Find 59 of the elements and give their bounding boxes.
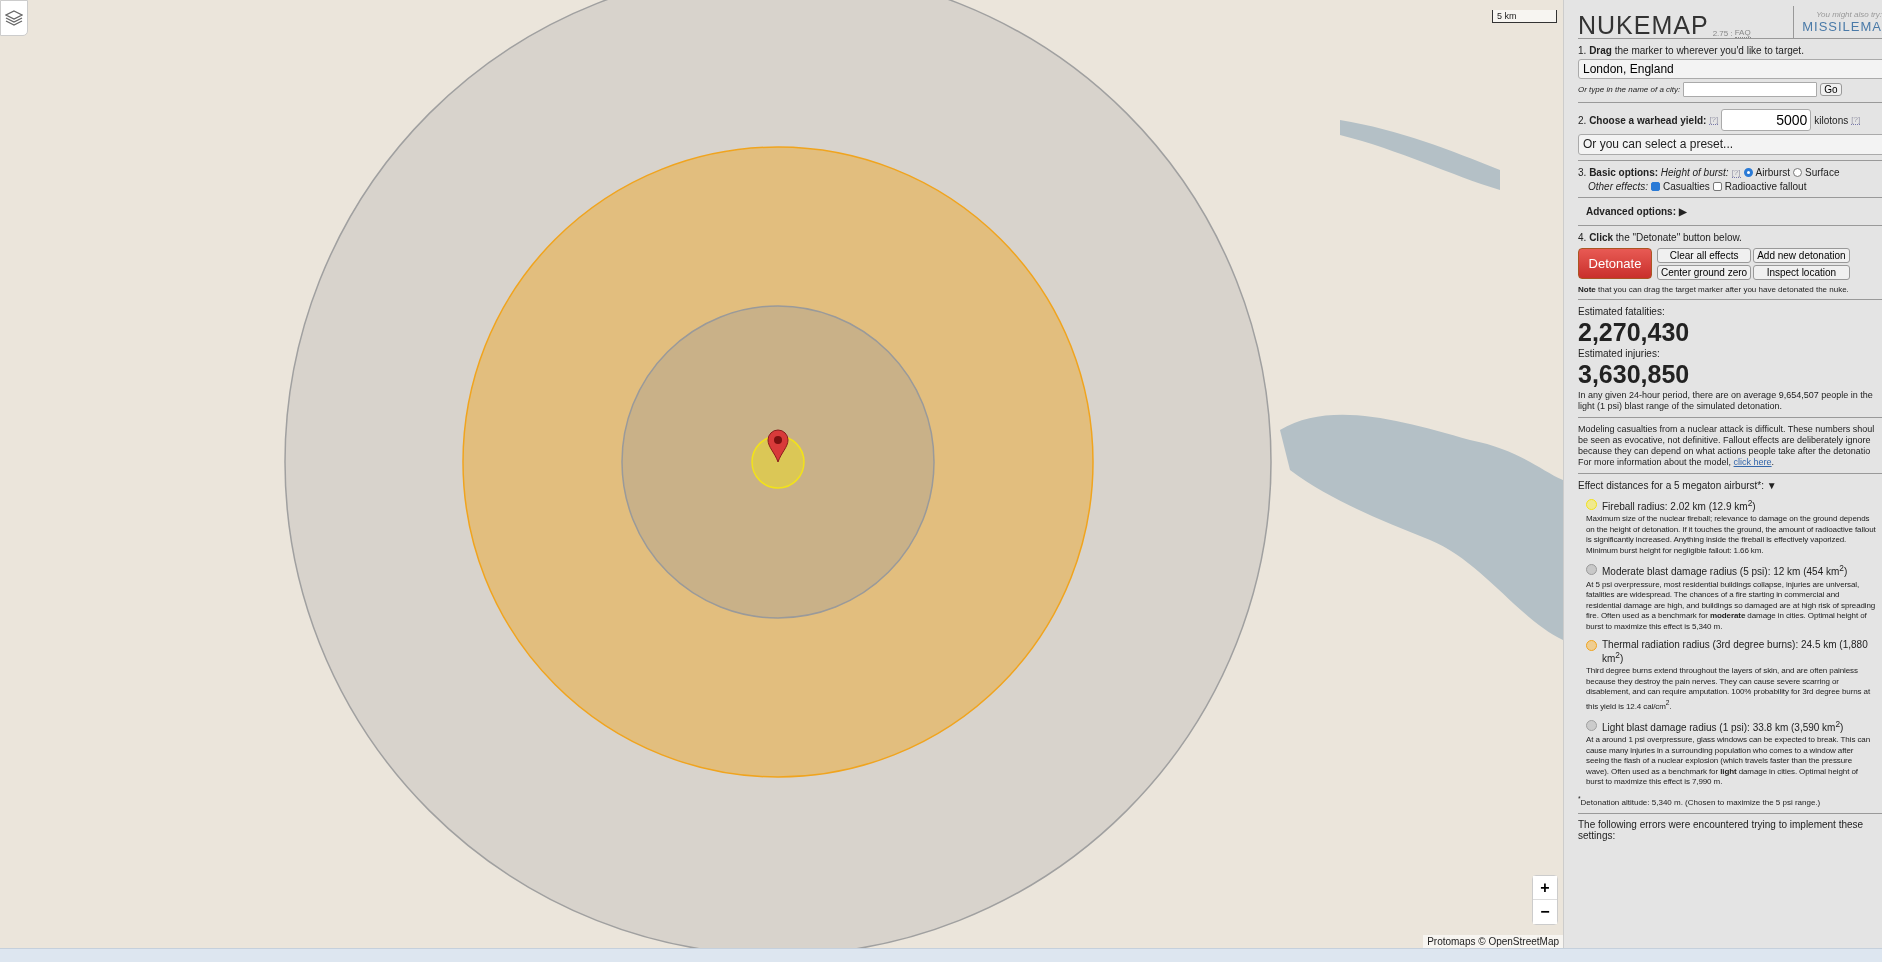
legend-dot[interactable] — [1586, 640, 1597, 652]
layers-icon — [5, 9, 23, 27]
radio-button[interactable] — [1743, 168, 1753, 177]
action-button[interactable]: Add new detonation — [1753, 248, 1850, 263]
options-label: 3. Basic options: Height of burst: — [1578, 167, 1729, 178]
go-button[interactable]: Go — [1820, 83, 1842, 96]
preset-dropdown[interactable]: Or you can select a preset... — [1578, 134, 1882, 155]
zoom-in-button[interactable]: + — [1533, 876, 1557, 900]
location-field[interactable]: London, England — [1578, 59, 1882, 79]
other-effects-label: Other effects: — [1588, 181, 1649, 192]
click-here-link[interactable]: click here — [1733, 457, 1772, 467]
city-field[interactable] — [1683, 82, 1818, 97]
effect-description: Third degree burns extend throughout the layers of skin, and are often painless because they destroy the pain nerves. They can cause severe scarring or disablement, and can require amputation. 100% probability for 3rd degree burns at this yield is 12.4 cal/cm$^{2}$. — [1586, 666, 1872, 713]
city-label: Or type in the name of a city: — [1578, 85, 1681, 94]
legend-dot[interactable] — [1586, 720, 1597, 732]
action-button[interactable]: Inspect location — [1753, 265, 1850, 280]
effect-title: Moderate blast damage radius (5 psi): 12 km (454 km$^{2}$) — [1602, 563, 1848, 578]
map-marker-icon[interactable] — [767, 429, 789, 463]
injuries-count: 3,630,850 — [1578, 362, 1691, 387]
radio-label: Airburst — [1755, 167, 1790, 178]
checkbox-label: Radioactive fallout — [1724, 181, 1807, 192]
effect-title: Fireball radius: 2.02 km (12.9 km$^{2}$) — [1602, 498, 1756, 513]
effect-description: At a around 1 psi overpressure, glass windows can be expected to break. This can cause many injuries in a surrounding population who comes to a window after seeing the flash of a nuclear explosion (which travels faster than the pressure wave). Often used as a benchmark for light damage in cities. Optimal height of burst to maximize this effect is 7,990 m. — [1586, 735, 1872, 788]
summary-text: In any given 24-hour period, there are on average 9,654,507 people in the light (1 psi) blast range of the simulated detonation. — [1578, 390, 1874, 412]
also-try-label: You might also try: — [1816, 10, 1882, 19]
legend-dot[interactable] — [1586, 564, 1597, 576]
detonate-button[interactable]: Detonate — [1578, 248, 1652, 279]
fatalities-count: 2,270,430 — [1578, 320, 1691, 345]
app-title: NUKEMAP — [1578, 13, 1709, 38]
fatalities-label: Estimated fatalities: — [1578, 306, 1666, 317]
step-instruction: 2. Choose a warhead yield: — [1578, 114, 1707, 126]
map-background[interactable]: 5 km + − Protomaps © OpenStreetMap — [0, 0, 1563, 948]
other-site-link[interactable]: MISSILEMA — [1802, 19, 1882, 34]
effect-description: At 5 psi overpressure, most residential buildings collapse, injuries are universal, fatalities are widespread. The chances of a fire starting in commercial and residential damage are high, and buildings so damaged are at high risk of spreading fire. Often used as a benchmark for moderate damage in cities. Optimal height of burst to maximize this effect is 5,340 m. — [1586, 579, 1876, 633]
action-button[interactable]: Clear all effects — [1657, 248, 1752, 263]
note-text: Note that you can drag the target marker after you have detonated the nuke. — [1578, 285, 1850, 294]
layers-button[interactable] — [0, 0, 28, 36]
modeling-text: Modeling casualties from a nuclear attack is difficult. These numbers shoul be seen as evocative, not definitive. Fallout effects are deliberately ignore because they can depend on what actions people take after the detonatio For more information about the model, click here. — [1578, 424, 1876, 468]
effect-title: Thermal radiation radius (3rd degree burns): 24.5 km (1,880 km$^{2}$) — [1602, 639, 1869, 665]
effect-title: Light blast damage radius (1 psi): 33.8 km (3,590 km$^{2}$) — [1602, 719, 1844, 734]
step-instruction: 4. Click the "Detonate" button below. — [1578, 232, 1743, 243]
scale-bar: 5 km — [1492, 10, 1557, 23]
version-label: 2.75 : — [1712, 29, 1733, 38]
advanced-options-toggle[interactable]: Advanced options: ▶ — [1586, 206, 1882, 217]
map-attribution: Protomaps © OpenStreetMap — [1423, 935, 1563, 948]
checkbox[interactable] — [1651, 182, 1661, 191]
errors-text: The following errors were encountered trying to implement these settings: — [1578, 817, 1865, 841]
unit-label: kilotons — [1814, 114, 1849, 126]
step-instruction: 1. Drag the marker to wherever you'd like to target. — [1578, 45, 1805, 56]
footnote: $^{*}$Detonation altitude: 5,340 m. (Chosen to maximize the 5 psi range.) — [1578, 794, 1822, 807]
checkbox[interactable] — [1712, 182, 1722, 191]
radio-button[interactable] — [1793, 168, 1802, 177]
checkbox-label: Casualties — [1663, 181, 1710, 192]
effects-heading[interactable]: Effect distances for a 5 megaton airburst*: ▼ — [1578, 480, 1876, 491]
radio-label: Surface — [1805, 167, 1840, 178]
yield-field[interactable]: 5000 — [1721, 109, 1812, 131]
effect-description: Maximum size of the nuclear fireball; relevance to damage on the ground depends on the height of detonation. If it touches the ground, the amount of radioactive fallout is significantly increased. Anything inside the fireball is effectively vaporized. Minimum burst height for negligible fallout: 1.66 km. — [1586, 514, 1876, 557]
injuries-label: Estimated injuries: — [1578, 348, 1661, 359]
action-button[interactable]: Center ground zero — [1657, 265, 1752, 280]
